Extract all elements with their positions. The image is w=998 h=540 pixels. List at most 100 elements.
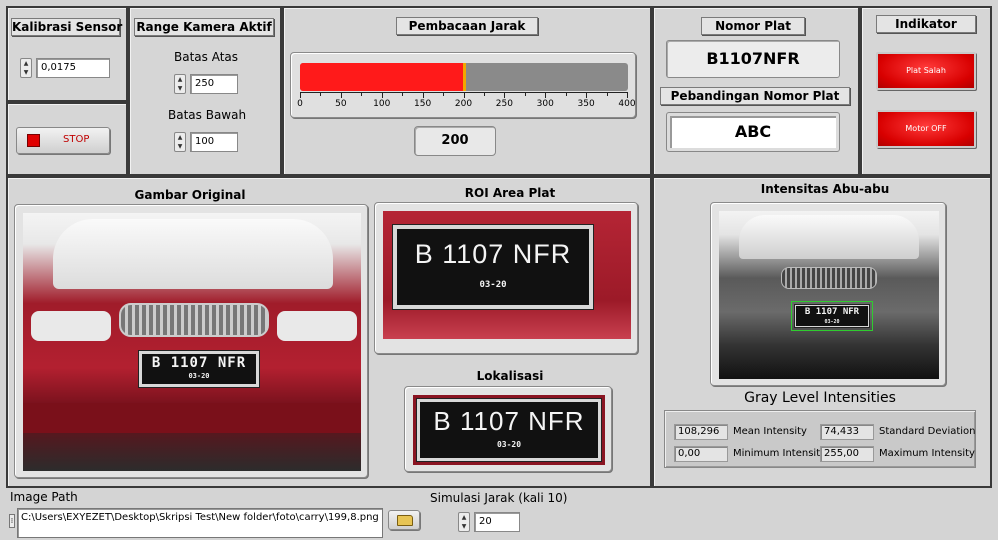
car-headlight-left xyxy=(31,311,111,341)
spin-arrows-icon[interactable]: ▲ ▼ xyxy=(20,58,32,78)
batas-atas-label: Batas Atas xyxy=(174,50,239,64)
gray-plate: B 1107 NFR 03-20 xyxy=(794,304,870,328)
gray-level-title: Gray Level Intensities xyxy=(744,390,896,406)
roi-image: B 1107 NFR 03-20 xyxy=(383,211,631,339)
browse-folder-button[interactable] xyxy=(388,510,420,530)
simulasi-label: Simulasi Jarak (kali 10) xyxy=(430,491,568,505)
gauge-tick xyxy=(504,93,506,98)
gauge-minor-tick xyxy=(483,93,485,96)
spin-arrows-icon[interactable]: ▲ ▼ xyxy=(174,74,186,94)
gauge-tick xyxy=(627,93,628,98)
roi-image-frame: B 1107 NFR 03-20 xyxy=(374,202,638,354)
car-grille xyxy=(119,303,269,337)
simulasi-input[interactable]: 20 xyxy=(474,512,520,532)
gauge-tick-label: 350 xyxy=(577,99,595,109)
gauge-minor-tick xyxy=(606,93,608,96)
stop-label: STOP xyxy=(63,134,90,145)
gauge-tick xyxy=(422,93,424,98)
plate-text: B 1107 NFR xyxy=(433,406,585,436)
mean-label: Mean Intensity xyxy=(733,426,807,437)
original-image-frame: B 1107 NFR 03-20 xyxy=(14,204,368,478)
gauge-tick-label: 400 xyxy=(618,99,636,109)
max-value: 255,00 xyxy=(820,446,874,462)
gray-grille xyxy=(781,267,877,289)
gauge-tick xyxy=(340,93,342,98)
max-label: Maximum Intensity xyxy=(879,448,975,459)
original-title: Gambar Original xyxy=(134,188,246,202)
gray-windshield xyxy=(739,215,919,259)
lokalisasi-title: Lokalisasi xyxy=(476,369,544,383)
car-bumper xyxy=(23,403,361,433)
jarak-gauge-fill xyxy=(300,63,464,91)
jarak-value: 200 xyxy=(414,126,496,156)
stop-button[interactable]: STOP xyxy=(16,127,110,154)
lokalisasi-plate: B 1107 NFR 03-20 xyxy=(416,398,602,462)
stop-led-icon xyxy=(27,134,40,147)
path-browse-icon-left: ⁞ xyxy=(9,514,15,528)
car-windshield xyxy=(53,219,333,289)
roi-plate: B 1107 NFR 03-20 xyxy=(392,224,594,310)
motor-off-indicator: Motor OFF xyxy=(876,110,976,148)
intensitas-title: Intensitas Abu-abu xyxy=(760,182,890,196)
original-image: B 1107 NFR 03-20 xyxy=(23,213,361,471)
gauge-tick-label: 100 xyxy=(373,99,391,109)
gauge-tick xyxy=(381,93,383,98)
batas-bawah-control[interactable]: ▲ ▼ 100 xyxy=(174,132,240,152)
original-plate: B 1107 NFR 03-20 xyxy=(138,350,260,388)
simulasi-control[interactable]: ▲ ▼ 20 xyxy=(458,512,522,532)
gauge-minor-tick xyxy=(565,93,567,96)
kalibrasi-title: Kalibrasi Sensor xyxy=(11,18,123,36)
batas-atas-control[interactable]: ▲ ▼ 250 xyxy=(174,74,240,94)
gauge-tick xyxy=(463,93,465,98)
plate-text: B 1107 NFR xyxy=(414,239,572,269)
gauge-tick-label: 150 xyxy=(414,99,432,109)
plate-date: 03-20 xyxy=(496,440,522,449)
jarak-title: Pembacaan Jarak xyxy=(396,17,538,35)
compare-title: Pebandingan Nomor Plat xyxy=(660,87,850,105)
jarak-gauge-marker xyxy=(463,63,466,91)
compare-value: ABC xyxy=(666,112,840,152)
jarak-scale: 0 50 100 150 200 250 300 350 400 xyxy=(297,92,636,114)
gauge-minor-tick xyxy=(524,93,526,96)
plat-title: Nomor Plat xyxy=(701,17,805,35)
plat-salah-indicator: Plat Salah xyxy=(876,52,976,90)
gauge-minor-tick xyxy=(402,93,404,96)
gauge-tick xyxy=(300,93,301,98)
gauge-tick-label: 300 xyxy=(536,99,554,109)
kalibrasi-input[interactable]: 0,0175 xyxy=(36,58,110,78)
lokalisasi-image: B 1107 NFR 03-20 xyxy=(413,395,605,465)
min-label: Minimum Intensity xyxy=(733,448,827,459)
gauge-tick-label: 200 xyxy=(454,99,473,109)
mean-value: 108,296 xyxy=(674,424,728,440)
gray-plate-box: B 1107 NFR 03-20 xyxy=(791,301,873,331)
gauge-minor-tick xyxy=(443,93,445,96)
car-headlight-right xyxy=(277,311,357,341)
spin-arrows-icon[interactable]: ▲ ▼ xyxy=(458,512,470,532)
batas-bawah-input[interactable]: 100 xyxy=(190,132,238,152)
std-label: Standard Deviation xyxy=(879,426,976,437)
range-title: Range Kamera Aktif xyxy=(134,18,274,36)
gauge-tick-label: 0 xyxy=(297,99,303,109)
plate-text: B 1107 NFR xyxy=(151,355,247,371)
kalibrasi-control[interactable]: ▲ ▼ 0,0175 xyxy=(20,58,112,78)
plat-value: B1107NFR xyxy=(666,40,840,78)
indikator-title: Indikator xyxy=(876,15,976,33)
roi-title: ROI Area Plat xyxy=(464,186,556,200)
gauge-tick-label: 250 xyxy=(495,99,513,109)
plate-text: B 1107 NFR xyxy=(804,307,860,317)
gauge-minor-tick xyxy=(320,93,322,96)
image-path-label: Image Path xyxy=(10,490,78,504)
gauge-tick-label: 50 xyxy=(335,99,347,109)
jarak-gauge-track xyxy=(300,63,628,91)
gauge-minor-tick xyxy=(361,93,363,96)
spin-arrows-icon[interactable]: ▲ ▼ xyxy=(174,132,186,152)
batas-bawah-label: Batas Bawah xyxy=(168,108,247,122)
folder-icon xyxy=(397,515,413,526)
image-path-input[interactable]: C:\Users\EXYEZET\Desktop\Skripsi Test\Ne… xyxy=(17,508,383,538)
lokalisasi-image-frame: B 1107 NFR 03-20 xyxy=(404,386,612,472)
plate-date: 03-20 xyxy=(824,319,840,325)
std-value: 74,433 xyxy=(820,424,874,440)
plate-date: 03-20 xyxy=(188,372,210,380)
plate-date: 03-20 xyxy=(479,280,507,290)
batas-atas-input[interactable]: 250 xyxy=(190,74,238,94)
